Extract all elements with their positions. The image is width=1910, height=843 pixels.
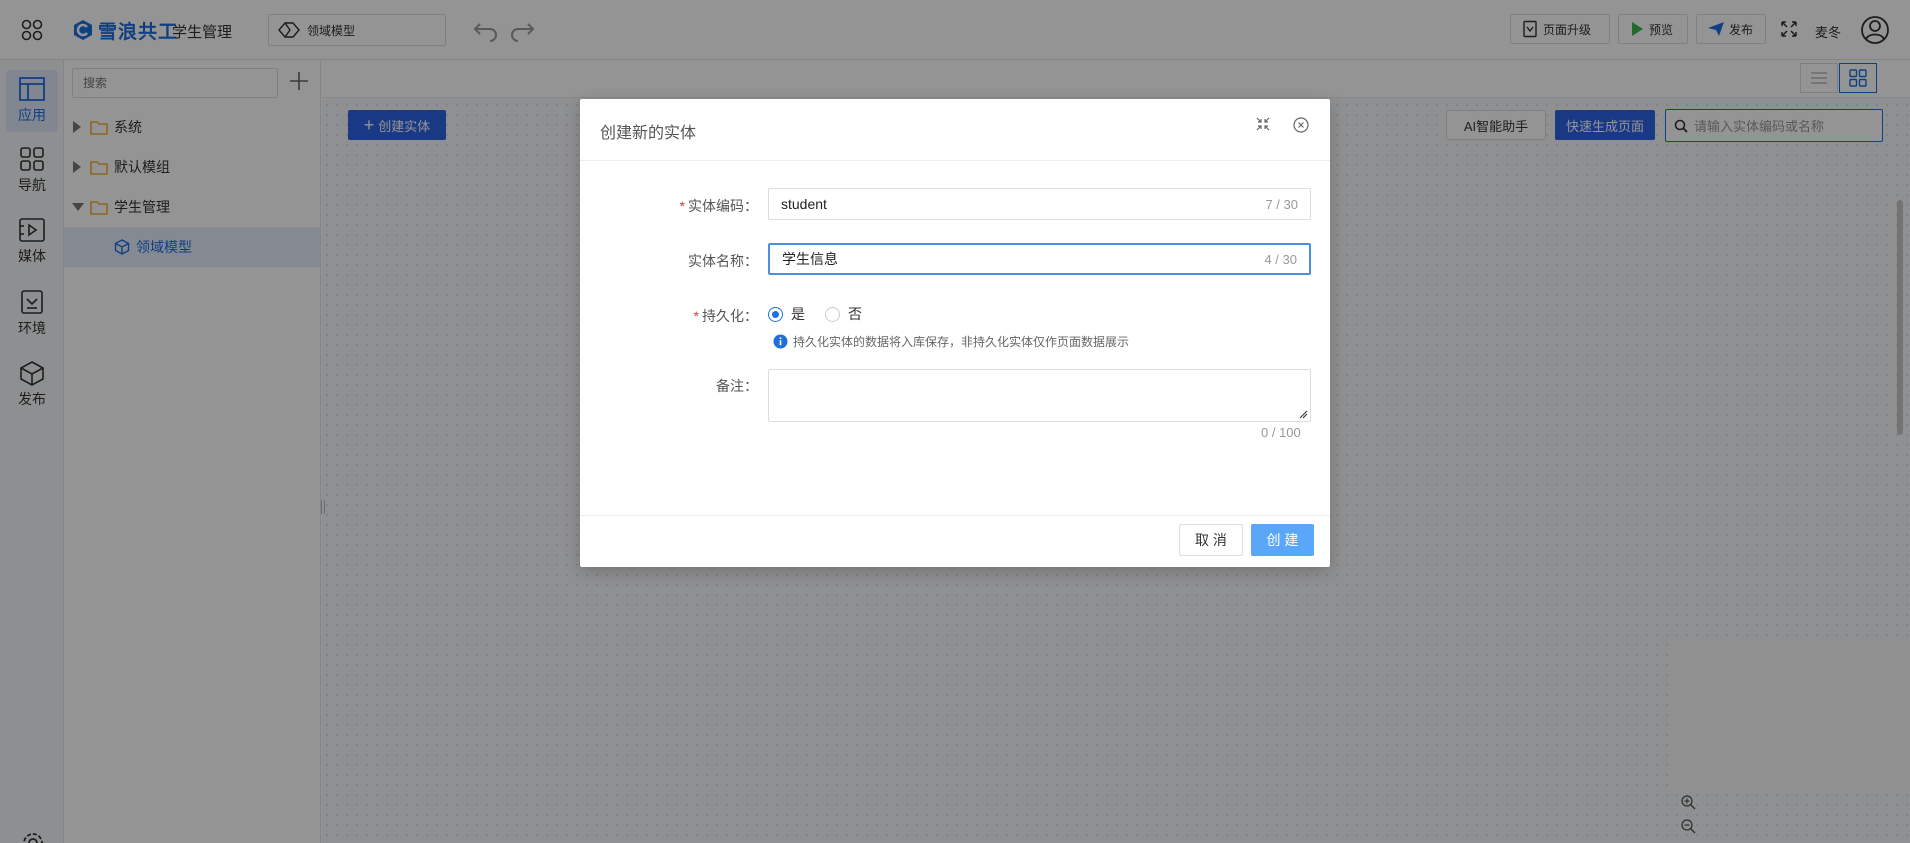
remark-count: 0 / 100: [1261, 425, 1301, 440]
collapse-icon[interactable]: [1256, 117, 1270, 131]
close-icon[interactable]: [1293, 117, 1309, 133]
entity-name-count: 4 / 30: [1264, 251, 1297, 267]
required-mark: *: [693, 308, 699, 324]
entity-name-input[interactable]: 学生信息 4 / 30: [768, 243, 1311, 275]
required-mark: *: [679, 198, 685, 214]
info-icon: [773, 334, 788, 349]
persist-label: * 持久化：: [693, 308, 758, 324]
dialog-title: 创建新的实体: [600, 125, 697, 142]
entity-code-input[interactable]: student 7 / 30: [768, 188, 1311, 220]
persist-yes-radio[interactable]: [768, 306, 783, 322]
remark-textarea[interactable]: [768, 369, 1311, 422]
entity-code-value: student: [781, 196, 827, 212]
entity-code-count: 7 / 30: [1265, 196, 1298, 212]
entity-name-value: 学生信息: [782, 251, 838, 267]
persist-radio-group: 是 否: [768, 304, 882, 324]
cancel-button[interactable]: 取 消: [1179, 524, 1243, 556]
persist-no-label[interactable]: 否: [848, 304, 862, 324]
dialog-header: 创建新的实体: [580, 99, 1330, 161]
entity-code-label: * 实体编码：: [679, 198, 758, 214]
persist-yes-label[interactable]: 是: [791, 304, 805, 324]
persist-hint: 持久化实体的数据将入库保存，非持久化实体仅作页面数据展示: [773, 333, 1129, 350]
entity-name-label: 实体名称：: [688, 253, 758, 269]
remark-label: 备注：: [716, 378, 758, 394]
persist-no-radio[interactable]: [825, 306, 840, 322]
create-entity-dialog: 创建新的实体 * 实体编码： student 7 / 30 实体名称： 学生信息 …: [580, 99, 1330, 567]
create-button[interactable]: 创 建: [1251, 524, 1314, 556]
persist-hint-text: 持久化实体的数据将入库保存，非持久化实体仅作页面数据展示: [793, 335, 1130, 349]
resize-handle-icon[interactable]: [1298, 409, 1308, 419]
